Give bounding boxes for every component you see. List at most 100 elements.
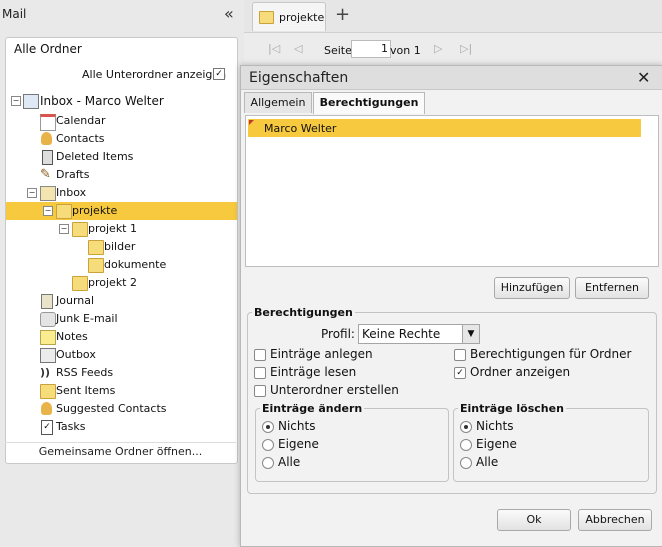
- tree-item-inbox[interactable]: − Inbox: [6, 184, 237, 202]
- tree-item-dokumente[interactable]: dokumente: [6, 256, 237, 274]
- folder-permissions-label: Berechtigungen für Ordner: [470, 347, 632, 361]
- folder-icon: [56, 204, 72, 219]
- page-label: Seite: [324, 44, 352, 57]
- tree-item-label: Sent Items: [56, 384, 116, 397]
- prev-page-icon[interactable]: ◁: [294, 42, 302, 55]
- all-folders-heading: Alle Ordner: [14, 42, 82, 56]
- outbox-icon: [40, 348, 56, 363]
- contacts-icon: [41, 132, 52, 145]
- tree-item-label: dokumente: [104, 258, 167, 271]
- collapse-panel-icon[interactable]: «: [224, 4, 234, 23]
- delete-nothing-label: Nichts: [476, 419, 514, 433]
- close-icon[interactable]: ✕: [637, 68, 650, 87]
- folder-icon: [72, 276, 88, 291]
- delete-nothing-radio[interactable]: [460, 421, 472, 433]
- next-page-icon[interactable]: ▷: [434, 42, 442, 55]
- drafts-icon: ✎: [40, 167, 51, 182]
- read-items-checkbox[interactable]: [254, 367, 266, 379]
- tree-item-projekt-2[interactable]: projekt 2: [6, 274, 237, 292]
- tree-item-label: bilder: [104, 240, 136, 253]
- chevron-down-icon: ▼: [462, 325, 479, 343]
- create-subfolders-checkbox[interactable]: [254, 385, 266, 397]
- tree-item-label: projekte: [72, 204, 118, 217]
- tree-item-label: Outbox: [56, 348, 96, 361]
- tree-item-label: Suggested Contacts: [56, 402, 167, 415]
- tree-item-sent[interactable]: Sent Items: [6, 382, 237, 400]
- tree-item-journal[interactable]: Journal: [6, 292, 237, 310]
- rss-icon: )): [40, 366, 51, 379]
- panel-title: Mail: [2, 7, 27, 21]
- add-user-button[interactable]: Hinzufügen: [494, 277, 570, 299]
- collapse-toggle-icon[interactable]: −: [59, 224, 69, 234]
- tree-item-label: Tasks: [56, 420, 86, 433]
- tree-item-drafts[interactable]: ✎ Drafts: [6, 166, 237, 184]
- read-items-label: Einträge lesen: [270, 365, 357, 379]
- tree-item-label: RSS Feeds: [56, 366, 114, 379]
- tree-item-tasks[interactable]: ✓ Tasks: [6, 418, 237, 436]
- last-page-icon[interactable]: ▷|: [460, 42, 472, 55]
- tree-item-projekte[interactable]: − projekte: [6, 202, 237, 220]
- edit-own-radio[interactable]: [262, 439, 274, 451]
- tree-item-label: Drafts: [56, 168, 90, 181]
- tree-item-notes[interactable]: Notes: [6, 328, 237, 346]
- open-shared-folders-link[interactable]: Gemeinsame Ordner öffnen...: [5, 442, 236, 461]
- cancel-button[interactable]: Abbrechen: [578, 509, 652, 531]
- tree-item-label: Inbox: [56, 186, 87, 199]
- delete-all-label: Alle: [476, 455, 499, 469]
- tree-item-outbox[interactable]: Outbox: [6, 346, 237, 364]
- permission-user-list: Marco Welter: [245, 115, 659, 267]
- properties-dialog: Eigenschaften ✕ Allgemein Berechtigungen…: [240, 65, 662, 547]
- add-tab-icon[interactable]: +: [335, 4, 350, 25]
- list-item[interactable]: Marco Welter: [248, 119, 641, 137]
- dialog-header: Eigenschaften ✕: [241, 66, 662, 90]
- delete-own-label: Eigene: [476, 437, 517, 451]
- journal-icon: [41, 294, 53, 309]
- dialog-title: Eigenschaften: [249, 70, 349, 86]
- sent-icon: [40, 384, 56, 399]
- tree-item-label: projekt 1: [88, 222, 137, 235]
- tasks-icon: ✓: [41, 420, 53, 435]
- show-subfolders-checkbox[interactable]: ✓: [213, 68, 225, 80]
- tree-item-junk[interactable]: Junk E-mail: [6, 310, 237, 328]
- delete-own-radio[interactable]: [460, 439, 472, 451]
- tree-item-contacts[interactable]: Contacts: [6, 130, 237, 148]
- tab-general[interactable]: Allgemein: [244, 92, 312, 113]
- tab-permissions[interactable]: Berechtigungen: [313, 92, 425, 114]
- show-subfolders-label: Alle Unterordner anzeigen: [82, 68, 227, 81]
- tab-label: projekte: [279, 11, 325, 24]
- edit-nothing-label: Nichts: [278, 419, 316, 433]
- collapse-toggle-icon[interactable]: −: [27, 188, 37, 198]
- tree-item-suggested-contacts[interactable]: Suggested Contacts: [6, 400, 237, 418]
- tree-item-calendar[interactable]: Calendar: [6, 112, 237, 131]
- junk-icon: [40, 312, 56, 327]
- folder-icon: [88, 258, 104, 273]
- folder-permissions-checkbox[interactable]: [454, 349, 466, 361]
- show-folder-checkbox[interactable]: ✓: [454, 367, 466, 379]
- page-input[interactable]: 1: [351, 40, 391, 58]
- tree-item-deleted[interactable]: Deleted Items: [6, 148, 237, 166]
- profile-select[interactable]: Keine Rechte ▼: [358, 324, 480, 344]
- create-items-checkbox[interactable]: [254, 349, 266, 361]
- ok-button[interactable]: Ok: [497, 509, 571, 531]
- profile-select-value: Keine Rechte: [362, 327, 441, 341]
- create-subfolders-label: Unterordner erstellen: [270, 383, 399, 397]
- tab-projekte[interactable]: projekte: [252, 2, 326, 31]
- tree-item-bilder[interactable]: bilder: [6, 238, 237, 256]
- edit-all-radio[interactable]: [262, 457, 274, 469]
- first-page-icon[interactable]: |◁: [268, 42, 280, 55]
- pager: |◁ ◁ Seite 1 von 1 ▷ ▷|: [244, 34, 662, 64]
- remove-user-button[interactable]: Entfernen: [575, 277, 649, 299]
- collapse-toggle-icon[interactable]: −: [43, 206, 53, 216]
- edit-nothing-radio[interactable]: [262, 421, 274, 433]
- folder-icon: [259, 11, 274, 24]
- tree-item-mailbox[interactable]: − Inbox - Marco Welter: [6, 92, 237, 110]
- edit-all-label: Alle: [278, 455, 301, 469]
- folder-icon: [72, 222, 88, 237]
- page-count: von 1: [390, 44, 421, 57]
- delete-all-radio[interactable]: [460, 457, 472, 469]
- tree-item-rss[interactable]: )) RSS Feeds: [6, 364, 237, 382]
- collapse-toggle-icon[interactable]: −: [11, 96, 21, 106]
- user-name: Marco Welter: [264, 122, 337, 135]
- permissions-group-label: Berechtigungen: [252, 306, 355, 319]
- tree-item-projekt-1[interactable]: − projekt 1: [6, 220, 237, 238]
